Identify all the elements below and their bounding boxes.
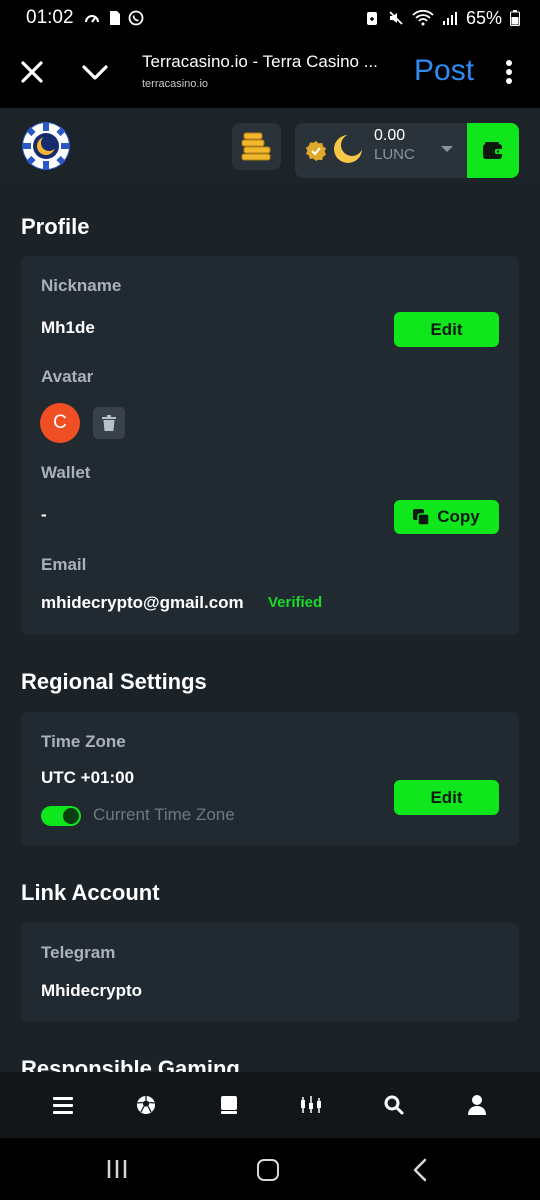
regional-settings-heading: Regional Settings (21, 669, 207, 694)
timezone-value: UTC +01:00 (41, 768, 135, 787)
casino-chip-icon (23, 123, 69, 169)
timezone-label: Time Zone (41, 732, 126, 751)
mute-icon (389, 11, 403, 25)
battery-saver-icon (366, 12, 377, 25)
system-navigation-bar (0, 1138, 540, 1200)
caret-down-icon (441, 146, 453, 152)
link-account-card: Telegram Mhidecrypto (21, 923, 519, 1022)
wifi-icon (412, 10, 434, 26)
avatar-letter: C (53, 412, 67, 433)
back-icon[interactable] (412, 1158, 428, 1182)
copy-wallet-button[interactable]: Copy (394, 500, 499, 534)
home-icon[interactable] (257, 1159, 279, 1181)
wallet-icon (483, 141, 503, 159)
profile-card: Nickname Mh1de Edit Avatar C Wallet - Co… (21, 256, 519, 635)
current-timezone-label: Current Time Zone (93, 805, 235, 824)
profile-heading: Profile (21, 214, 90, 239)
nickname-value: Mh1de (41, 318, 95, 337)
post-button[interactable]: Post (414, 54, 474, 88)
candlestick-chart-icon[interactable] (297, 1091, 325, 1119)
menu-icon[interactable] (49, 1091, 77, 1119)
edit-timezone-label: Edit (430, 787, 463, 807)
book-icon[interactable] (215, 1091, 243, 1119)
email-label: Email (41, 555, 87, 574)
email-value: mhidecrypto@gmail.com (41, 593, 244, 612)
main-content: Profile Nickname Mh1de Edit Avatar C Wal… (0, 186, 540, 1072)
avatar[interactable]: C (40, 403, 80, 443)
wallet-value: - (41, 505, 47, 524)
telegram-value: Mhidecrypto (41, 981, 143, 1000)
telegram-label: Telegram (41, 943, 116, 962)
wallet-label: Wallet (41, 463, 91, 482)
verified-badge-icon (306, 141, 326, 161)
email-verified-badge: Verified (268, 594, 323, 611)
coin-stack-icon (241, 132, 270, 160)
battery-percent: 65% (465, 7, 502, 28)
page-title: Terracasino.io - Terra Casino ... (142, 52, 378, 71)
delete-avatar-button[interactable] (93, 407, 125, 439)
edit-nickname-button[interactable]: Edit (394, 312, 499, 347)
recent-apps-icon[interactable] (106, 1158, 128, 1180)
user-icon[interactable] (463, 1091, 491, 1119)
search-icon[interactable] (380, 1091, 408, 1119)
soccer-ball-icon[interactable] (132, 1091, 160, 1119)
balance-currency: LUNC (374, 146, 415, 163)
edit-timezone-button[interactable]: Edit (394, 780, 499, 815)
browser-toolbar: Terracasino.io - Terra Casino ... terrac… (0, 36, 540, 108)
speedometer-icon (84, 15, 99, 23)
battery-icon (510, 10, 520, 26)
balance-amount: 0.00 (374, 127, 406, 144)
bottom-navigation (0, 1072, 540, 1138)
edit-nickname-label: Edit (430, 319, 463, 339)
status-bar: 01:02 65% (0, 0, 540, 36)
current-timezone-toggle[interactable] (41, 806, 81, 826)
close-icon[interactable] (18, 58, 46, 86)
copy-label: Copy (437, 507, 480, 526)
trash-icon (102, 415, 116, 431)
balance-selector[interactable]: 0.00 LUNC (295, 123, 467, 178)
status-time: 01:02 (26, 7, 74, 28)
toggle-knob (63, 808, 79, 824)
page-url: terracasino.io (142, 78, 209, 90)
wallet-button[interactable] (467, 123, 519, 178)
sd-card-icon (109, 11, 120, 25)
app-header: 0.00 LUNC (0, 108, 540, 186)
chevron-down-icon[interactable] (80, 58, 110, 86)
more-options-icon[interactable] (504, 58, 514, 86)
regional-settings-card: Time Zone UTC +01:00 Edit Current Time Z… (21, 712, 519, 846)
terra-casino-logo[interactable] (22, 122, 70, 170)
coins-button[interactable] (232, 123, 281, 170)
responsible-gaming-heading: Responsible Gaming (21, 1056, 240, 1072)
link-account-heading: Link Account (21, 880, 160, 905)
copy-icon (413, 509, 430, 525)
avatar-label: Avatar (41, 367, 94, 386)
nickname-label: Nickname (41, 276, 122, 295)
whatsapp-icon (128, 10, 143, 26)
lunc-coin-icon (334, 134, 363, 163)
signal-icon (442, 12, 457, 25)
